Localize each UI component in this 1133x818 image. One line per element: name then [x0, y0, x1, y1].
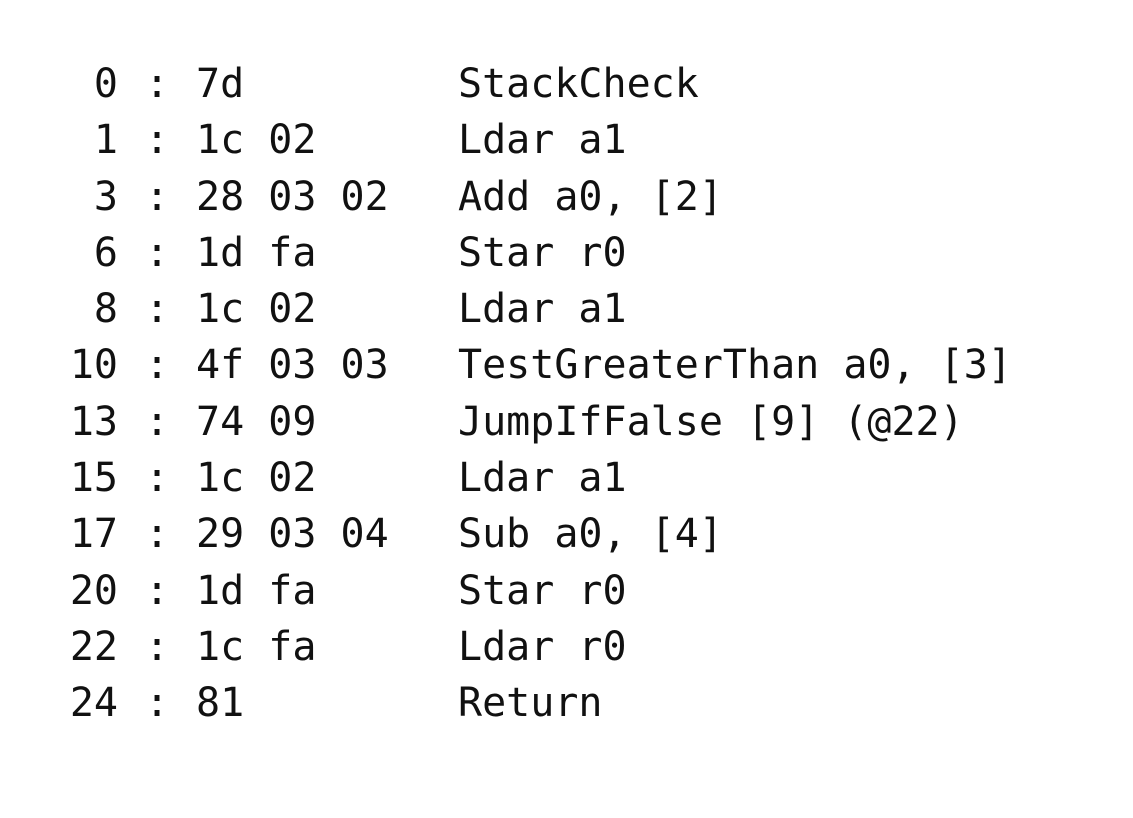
row-instruction: Ldar a1: [458, 117, 627, 164]
row-separator: :: [144, 286, 170, 333]
row-instruction: TestGreaterThan a0, [3]: [458, 342, 1012, 389]
bytecode-listing: 0 : 7d StackCheck 1 : 1c 02 Ldar a1 3 : …: [60, 56, 1100, 732]
bytecode-row: 3 : 28 03 02 Add a0, [2]: [60, 169, 1100, 225]
row-offset: 3: [93, 173, 118, 220]
row-separator: :: [144, 567, 170, 614]
row-instruction: Sub a0, [4]: [458, 511, 723, 558]
row-bytes: 74 09: [196, 398, 317, 445]
row-bytes: 1d fa: [196, 567, 317, 614]
row-instruction: Star r0: [458, 229, 627, 276]
bytecode-row: 8 : 1c 02 Ldar a1: [60, 281, 1100, 337]
row-bytes: 81: [196, 680, 245, 727]
row-offset: 22: [69, 623, 118, 670]
row-bytes: 1c 02: [196, 117, 317, 164]
row-offset: 6: [93, 229, 118, 276]
row-instruction: StackCheck: [458, 61, 699, 107]
row-instruction: Return: [458, 680, 603, 727]
row-separator: :: [144, 173, 170, 220]
bytecode-row: 17 : 29 03 04 Sub a0, [4]: [60, 506, 1100, 562]
row-offset: 1: [93, 117, 118, 164]
bytecode-row: 10 : 4f 03 03 TestGreaterThan a0, [3]: [60, 337, 1100, 393]
row-offset: 0: [93, 61, 118, 107]
bytecode-row: 22 : 1c fa Ldar r0: [60, 619, 1100, 675]
row-separator: :: [144, 455, 170, 502]
row-bytes: 7d: [196, 61, 245, 107]
row-offset: 20: [69, 567, 118, 614]
row-instruction: Ldar r0: [458, 623, 627, 670]
row-separator: :: [144, 623, 170, 670]
row-bytes: 4f 03 03: [196, 342, 389, 389]
row-bytes: 1d fa: [196, 229, 317, 276]
bytecode-row: 13 : 74 09 JumpIfFalse [9] (@22): [60, 394, 1100, 450]
row-separator: :: [144, 680, 170, 727]
row-instruction: Star r0: [458, 567, 627, 614]
bytecode-row: 15 : 1c 02 Ldar a1: [60, 450, 1100, 506]
row-separator: :: [144, 342, 170, 389]
row-instruction: Ldar a1: [458, 286, 627, 333]
row-bytes: 28 03 02: [196, 173, 389, 220]
bytecode-row: 1 : 1c 02 Ldar a1: [60, 112, 1100, 168]
row-bytes: 1c fa: [196, 623, 317, 670]
row-offset: 17: [69, 511, 118, 558]
row-separator: :: [144, 61, 170, 107]
row-separator: :: [144, 511, 170, 558]
row-instruction: Add a0, [2]: [458, 173, 723, 220]
row-offset: 15: [69, 455, 118, 502]
row-bytes: 29 03 04: [196, 511, 389, 558]
row-separator: :: [144, 229, 170, 276]
row-bytes: 1c 02: [196, 455, 317, 502]
row-separator: :: [144, 117, 170, 164]
bytecode-row: 20 : 1d fa Star r0: [60, 563, 1100, 619]
row-offset: 24: [69, 680, 118, 727]
row-instruction: Ldar a1: [458, 455, 627, 502]
row-offset: 13: [69, 398, 118, 445]
row-offset: 8: [93, 286, 118, 333]
row-separator: :: [144, 398, 170, 445]
row-instruction: JumpIfFalse [9] (@22): [458, 398, 964, 445]
bytecode-row: 24 : 81 Return: [60, 675, 1100, 731]
row-offset: 10: [69, 342, 118, 389]
row-bytes: 1c 02: [196, 286, 317, 333]
bytecode-row: 0 : 7d StackCheck: [60, 56, 1100, 112]
bytecode-row: 6 : 1d fa Star r0: [60, 225, 1100, 281]
